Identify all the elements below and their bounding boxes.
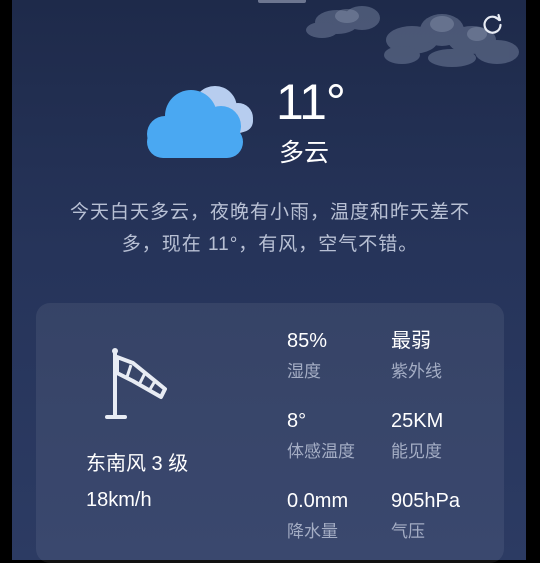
stat-label: 气压 bbox=[391, 522, 425, 541]
stat-value: 0.0mm bbox=[287, 490, 349, 512]
windsock-icon bbox=[105, 348, 167, 419]
cloudy-icon bbox=[147, 86, 253, 158]
stat-label: 湿度 bbox=[287, 362, 321, 381]
temperature: 11° bbox=[276, 74, 346, 130]
stat-label: 体感温度 bbox=[287, 442, 355, 461]
stat-humidity: 85% 湿度 bbox=[287, 328, 397, 384]
stat-value: 905hPa bbox=[391, 490, 460, 512]
stat-visibility: 25KM 能见度 bbox=[391, 408, 501, 464]
stat-feels-like: 8° 体感温度 bbox=[287, 408, 397, 464]
stat-value: 25KM bbox=[391, 410, 444, 432]
stat-value: 最弱 bbox=[391, 330, 431, 352]
stat-uv: 最弱 紫外线 bbox=[391, 328, 501, 384]
weather-condition: 多云 bbox=[279, 139, 330, 167]
stat-value: 8° bbox=[287, 410, 307, 432]
stat-pressure: 905hPa 气压 bbox=[391, 488, 501, 544]
wind-speed: 18km/h bbox=[86, 489, 152, 511]
screen: 11° 多云 今天白天多云，夜晚有小雨，温度和昨天差不 多，现在 11°，有风，… bbox=[0, 0, 540, 563]
wind-direction: 东南风 3 级 bbox=[86, 453, 189, 475]
stat-label: 降水量 bbox=[287, 522, 338, 541]
weather-summary: 今天白天多云，夜晚有小雨，温度和昨天差不 多，现在 11°，有风，空气不错。 bbox=[40, 197, 500, 261]
stat-label: 紫外线 bbox=[391, 362, 442, 381]
summary-line-1: 今天白天多云，夜晚有小雨，温度和昨天差不 bbox=[69, 202, 470, 223]
refresh-icon[interactable] bbox=[481, 12, 505, 36]
stat-value: 85% bbox=[287, 330, 328, 352]
summary-line-2: 多，现在 11°，有风，空气不错。 bbox=[121, 234, 419, 255]
stat-precipitation: 0.0mm 降水量 bbox=[287, 488, 397, 544]
stat-label: 能见度 bbox=[391, 442, 442, 461]
